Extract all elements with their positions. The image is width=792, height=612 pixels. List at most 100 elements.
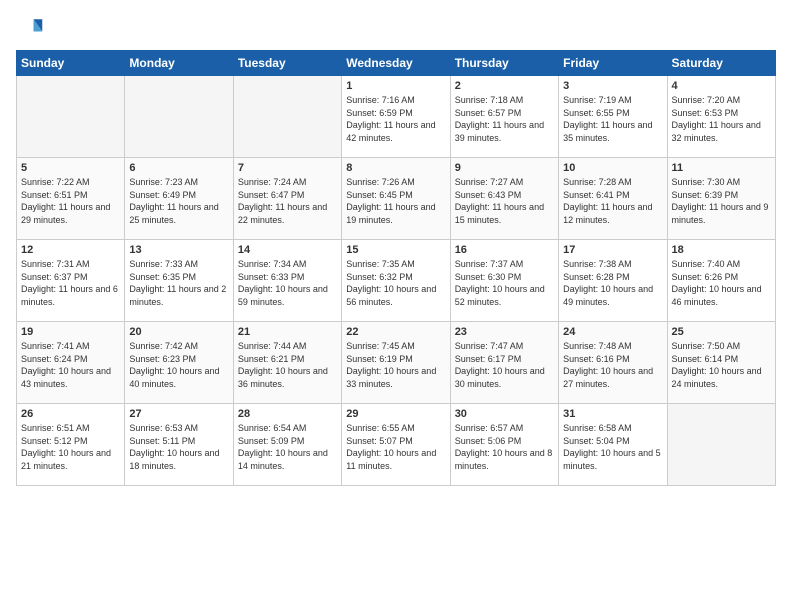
calendar-header-saturday: Saturday: [667, 51, 775, 76]
day-number: 4: [672, 80, 771, 92]
day-number: 1: [346, 80, 445, 92]
day-info: Sunrise: 7:34 AM Sunset: 6:33 PM Dayligh…: [238, 258, 337, 308]
day-info: Sunrise: 7:31 AM Sunset: 6:37 PM Dayligh…: [21, 258, 120, 308]
calendar-header-sunday: Sunday: [17, 51, 125, 76]
day-number: 16: [455, 244, 554, 256]
day-info: Sunrise: 7:33 AM Sunset: 6:35 PM Dayligh…: [129, 258, 228, 308]
calendar-cell: 11 Sunrise: 7:30 AM Sunset: 6:39 PM Dayli…: [667, 158, 775, 240]
day-info: Sunrise: 7:28 AM Sunset: 6:41 PM Dayligh…: [563, 176, 662, 226]
day-number: 13: [129, 244, 228, 256]
calendar-header-monday: Monday: [125, 51, 233, 76]
day-number: 25: [672, 326, 771, 338]
calendar-cell: 13 Sunrise: 7:33 AM Sunset: 6:35 PM Dayli…: [125, 240, 233, 322]
calendar-cell: 25Sunrise: 7:50 AM Sunset: 6:14 PM Dayli…: [667, 322, 775, 404]
calendar-week-row: 1Sunrise: 7:16 AM Sunset: 6:59 PM Daylig…: [17, 76, 776, 158]
header: [16, 10, 776, 42]
day-info: Sunrise: 7:26 AM Sunset: 6:45 PM Dayligh…: [346, 176, 445, 226]
calendar-header-tuesday: Tuesday: [233, 51, 341, 76]
calendar-header-thursday: Thursday: [450, 51, 558, 76]
calendar-cell: 6Sunrise: 7:23 AM Sunset: 6:49 PM Daylig…: [125, 158, 233, 240]
day-info: Sunrise: 7:44 AM Sunset: 6:21 PM Dayligh…: [238, 340, 337, 390]
calendar-cell: 1Sunrise: 7:16 AM Sunset: 6:59 PM Daylig…: [342, 76, 450, 158]
calendar-cell: 2Sunrise: 7:18 AM Sunset: 6:57 PM Daylig…: [450, 76, 558, 158]
day-info: Sunrise: 7:27 AM Sunset: 6:43 PM Dayligh…: [455, 176, 554, 226]
day-info: Sunrise: 7:45 AM Sunset: 6:19 PM Dayligh…: [346, 340, 445, 390]
day-number: 15: [346, 244, 445, 256]
calendar-cell: 31 Sunrise: 6:58 AM Sunset: 5:04 PM Dayli…: [559, 404, 667, 486]
day-number: 31: [563, 408, 662, 420]
calendar-cell: 12 Sunrise: 7:31 AM Sunset: 6:37 PM Dayli…: [17, 240, 125, 322]
calendar-cell: 29Sunrise: 6:55 AM Sunset: 5:07 PM Dayli…: [342, 404, 450, 486]
calendar-cell: 8Sunrise: 7:26 AM Sunset: 6:45 PM Daylig…: [342, 158, 450, 240]
calendar-cell: 4 Sunrise: 7:20 AM Sunset: 6:53 PM Daylig…: [667, 76, 775, 158]
day-info: Sunrise: 7:19 AM Sunset: 6:55 PM Dayligh…: [563, 94, 662, 144]
calendar-cell: 7 Sunrise: 7:24 AM Sunset: 6:47 PM Daylig…: [233, 158, 341, 240]
day-number: 17: [563, 244, 662, 256]
day-info: Sunrise: 7:40 AM Sunset: 6:26 PM Dayligh…: [672, 258, 771, 308]
day-info: Sunrise: 6:58 AM Sunset: 5:04 PM Dayligh…: [563, 422, 662, 472]
day-info: Sunrise: 7:41 AM Sunset: 6:24 PM Dayligh…: [21, 340, 120, 390]
calendar-week-row: 26 Sunrise: 6:51 AM Sunset: 5:12 PM Dayli…: [17, 404, 776, 486]
day-info: Sunrise: 6:53 AM Sunset: 5:11 PM Dayligh…: [129, 422, 228, 472]
day-number: 3: [563, 80, 662, 92]
calendar-cell: 22Sunrise: 7:45 AM Sunset: 6:19 PM Dayli…: [342, 322, 450, 404]
day-info: Sunrise: 6:51 AM Sunset: 5:12 PM Dayligh…: [21, 422, 120, 472]
day-number: 7: [238, 162, 337, 174]
day-number: 9: [455, 162, 554, 174]
day-number: 10: [563, 162, 662, 174]
calendar-cell: [667, 404, 775, 486]
day-number: 11: [672, 162, 771, 174]
day-number: 26: [21, 408, 120, 420]
day-number: 27: [129, 408, 228, 420]
calendar-cell: 26 Sunrise: 6:51 AM Sunset: 5:12 PM Dayli…: [17, 404, 125, 486]
calendar-cell: 21 Sunrise: 7:44 AM Sunset: 6:21 PM Dayli…: [233, 322, 341, 404]
calendar-header-row: SundayMondayTuesdayWednesdayThursdayFrid…: [17, 51, 776, 76]
page: SundayMondayTuesdayWednesdayThursdayFrid…: [0, 0, 792, 612]
day-number: 19: [21, 326, 120, 338]
calendar-cell: 17 Sunrise: 7:38 AM Sunset: 6:28 PM Dayli…: [559, 240, 667, 322]
day-info: Sunrise: 7:24 AM Sunset: 6:47 PM Dayligh…: [238, 176, 337, 226]
day-number: 21: [238, 326, 337, 338]
day-info: Sunrise: 7:47 AM Sunset: 6:17 PM Dayligh…: [455, 340, 554, 390]
day-number: 30: [455, 408, 554, 420]
calendar-cell: 18 Sunrise: 7:40 AM Sunset: 6:26 PM Dayli…: [667, 240, 775, 322]
day-number: 24: [563, 326, 662, 338]
calendar-cell: 5Sunrise: 7:22 AM Sunset: 6:51 PM Daylig…: [17, 158, 125, 240]
calendar-cell: 27 Sunrise: 6:53 AM Sunset: 5:11 PM Dayli…: [125, 404, 233, 486]
day-info: Sunrise: 7:30 AM Sunset: 6:39 PM Dayligh…: [672, 176, 771, 226]
calendar-cell: 24 Sunrise: 7:48 AM Sunset: 6:16 PM Dayli…: [559, 322, 667, 404]
calendar-cell: [233, 76, 341, 158]
calendar-table: SundayMondayTuesdayWednesdayThursdayFrid…: [16, 50, 776, 486]
calendar-cell: 23 Sunrise: 7:47 AM Sunset: 6:17 PM Dayli…: [450, 322, 558, 404]
calendar-week-row: 12 Sunrise: 7:31 AM Sunset: 6:37 PM Dayli…: [17, 240, 776, 322]
day-number: 23: [455, 326, 554, 338]
calendar-week-row: 19 Sunrise: 7:41 AM Sunset: 6:24 PM Dayli…: [17, 322, 776, 404]
calendar-cell: 9 Sunrise: 7:27 AM Sunset: 6:43 PM Daylig…: [450, 158, 558, 240]
calendar-cell: 20 Sunrise: 7:42 AM Sunset: 6:23 PM Dayli…: [125, 322, 233, 404]
day-number: 12: [21, 244, 120, 256]
day-info: Sunrise: 7:38 AM Sunset: 6:28 PM Dayligh…: [563, 258, 662, 308]
logo-icon: [16, 14, 44, 42]
day-info: Sunrise: 7:37 AM Sunset: 6:30 PM Dayligh…: [455, 258, 554, 308]
calendar-week-row: 5Sunrise: 7:22 AM Sunset: 6:51 PM Daylig…: [17, 158, 776, 240]
calendar-cell: 3 Sunrise: 7:19 AM Sunset: 6:55 PM Daylig…: [559, 76, 667, 158]
day-number: 6: [129, 162, 228, 174]
logo: [16, 14, 48, 42]
day-number: 18: [672, 244, 771, 256]
day-info: Sunrise: 7:18 AM Sunset: 6:57 PM Dayligh…: [455, 94, 554, 144]
calendar-cell: [125, 76, 233, 158]
calendar-cell: [17, 76, 125, 158]
calendar-cell: 30 Sunrise: 6:57 AM Sunset: 5:06 PM Dayli…: [450, 404, 558, 486]
day-info: Sunrise: 7:20 AM Sunset: 6:53 PM Dayligh…: [672, 94, 771, 144]
day-info: Sunrise: 6:54 AM Sunset: 5:09 PM Dayligh…: [238, 422, 337, 472]
calendar-cell: 19 Sunrise: 7:41 AM Sunset: 6:24 PM Dayli…: [17, 322, 125, 404]
calendar-cell: 14 Sunrise: 7:34 AM Sunset: 6:33 PM Dayli…: [233, 240, 341, 322]
day-number: 20: [129, 326, 228, 338]
day-info: Sunrise: 7:22 AM Sunset: 6:51 PM Dayligh…: [21, 176, 120, 226]
day-number: 14: [238, 244, 337, 256]
day-info: Sunrise: 7:42 AM Sunset: 6:23 PM Dayligh…: [129, 340, 228, 390]
day-info: Sunrise: 6:57 AM Sunset: 5:06 PM Dayligh…: [455, 422, 554, 472]
calendar-header-friday: Friday: [559, 51, 667, 76]
day-number: 29: [346, 408, 445, 420]
day-info: Sunrise: 7:48 AM Sunset: 6:16 PM Dayligh…: [563, 340, 662, 390]
